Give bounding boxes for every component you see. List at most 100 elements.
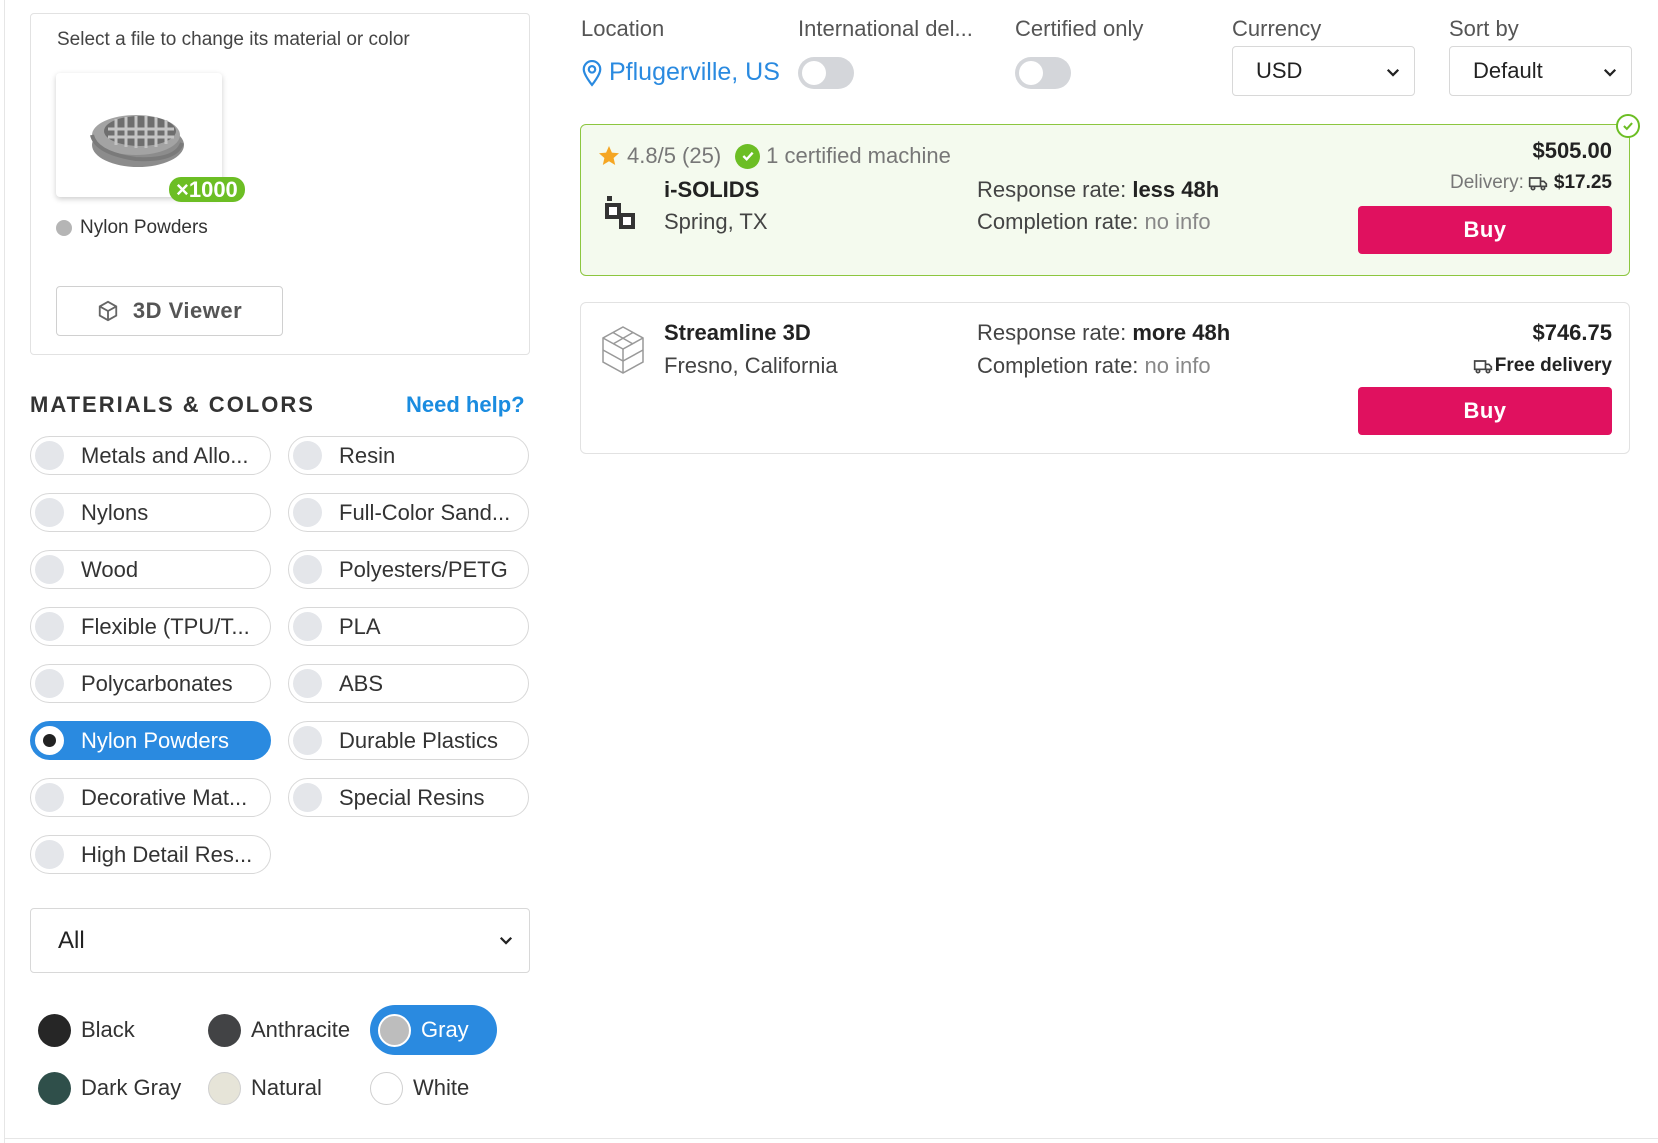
radio-icon — [293, 555, 322, 584]
material-option[interactable]: Resin — [288, 436, 529, 475]
certified-only-label: Certified only — [1015, 16, 1144, 41]
material-option-label: Full-Color Sand... — [339, 499, 511, 525]
chevron-down-icon — [499, 936, 513, 945]
location-pin-icon — [582, 59, 602, 87]
response-rate: Response rate: more 48h — [977, 320, 1230, 346]
truck-icon — [1473, 360, 1492, 374]
color-option[interactable]: White — [370, 1063, 469, 1113]
material-option-label: Nylon Powders — [81, 727, 229, 753]
sort-by-label: Sort by — [1449, 16, 1519, 41]
chevron-down-icon — [1603, 68, 1617, 77]
radio-icon — [293, 669, 322, 698]
color-option-label: Black — [81, 1017, 135, 1042]
currency-label: Currency — [1232, 16, 1322, 41]
response-rate-value: more 48h — [1132, 320, 1231, 345]
rating-row: 4.8/5 (25) 1 certified machine — [597, 143, 951, 169]
radio-icon — [35, 726, 64, 755]
material-option[interactable]: Decorative Mat... — [30, 778, 271, 817]
offer-card-streamline-3d: Streamline 3D Fresno, California Respons… — [580, 302, 1630, 454]
international-delivery-toggle[interactable] — [798, 57, 854, 89]
color-swatch — [208, 1071, 241, 1105]
delivery-cost: Delivery: $17.25 — [1450, 172, 1612, 194]
material-option[interactable]: Wood — [30, 550, 271, 589]
response-rate-label: Response rate: — [977, 320, 1127, 345]
location-value: Pflugerville, US — [609, 58, 780, 86]
material-subtype-select[interactable]: All — [30, 908, 530, 973]
material-option[interactable]: Special Resins — [288, 778, 529, 817]
material-option-label: Wood — [81, 556, 139, 582]
material-option-label: Durable Plastics — [339, 727, 498, 753]
material-option[interactable]: Nylon Powders — [30, 721, 271, 760]
color-option[interactable]: Gray — [370, 1005, 497, 1055]
file-material-label: Nylon Powders — [80, 217, 208, 238]
sort-by-select[interactable]: Default — [1449, 46, 1632, 96]
completion-rate-label: Completion rate: — [977, 209, 1139, 234]
color-swatch — [370, 1071, 403, 1105]
material-option[interactable]: Metals and Allo... — [30, 436, 271, 475]
color-option-label: Dark Gray — [81, 1075, 182, 1100]
sort-by-value: Default — [1473, 58, 1543, 83]
material-option[interactable]: Nylons — [30, 493, 271, 532]
color-option[interactable]: Dark Gray — [38, 1063, 181, 1113]
certified-machines: 1 certified machine — [766, 143, 951, 168]
buy-button[interactable]: Buy — [1358, 387, 1612, 435]
color-option-label: Anthracite — [251, 1017, 351, 1042]
file-panel: Select a file to change its material or … — [30, 13, 530, 355]
material-subtype-value: All — [58, 926, 85, 954]
material-option[interactable]: ABS — [288, 664, 529, 703]
color-option[interactable]: Anthracite — [208, 1005, 350, 1055]
material-option[interactable]: Durable Plastics — [288, 721, 529, 760]
radio-icon — [35, 555, 64, 584]
color-option[interactable]: Black — [38, 1005, 135, 1055]
star-icon — [599, 146, 619, 165]
material-option[interactable]: High Detail Res... — [30, 835, 271, 874]
3d-viewer-button[interactable]: 3D Viewer — [56, 286, 283, 336]
material-option-label: Special Resins — [339, 784, 485, 810]
color-option-label: Gray — [421, 1017, 469, 1042]
certified-only-toggle[interactable] — [1015, 57, 1071, 89]
delivery-cost: Free delivery — [1469, 355, 1612, 377]
color-option[interactable]: Natural — [208, 1063, 322, 1113]
material-option[interactable]: PLA — [288, 607, 529, 646]
radio-icon — [35, 783, 64, 812]
need-help-link[interactable]: Need help? — [406, 392, 525, 418]
material-option-label: ABS — [339, 670, 384, 696]
vendor-name[interactable]: i-SOLIDS — [664, 177, 759, 203]
bottom-divider — [4, 1138, 1658, 1139]
material-color-dot — [56, 220, 72, 236]
completion-rate: Completion rate: no info — [977, 353, 1211, 379]
chevron-down-icon — [1386, 68, 1400, 77]
material-option[interactable]: Polyesters/PETG — [288, 550, 529, 589]
currency-select[interactable]: USD — [1232, 46, 1415, 96]
completion-rate-label: Completion rate: — [977, 353, 1139, 378]
color-swatch — [38, 1071, 71, 1105]
3d-viewer-label: 3D Viewer — [132, 298, 243, 323]
completion-rate: Completion rate: no info — [977, 209, 1211, 235]
color-option-label: Natural — [251, 1075, 322, 1100]
material-option[interactable]: Flexible (TPU/T... — [30, 607, 271, 646]
material-option-label: PLA — [339, 613, 381, 639]
quantity-badge: ×1000 — [169, 177, 245, 202]
cube-icon — [98, 300, 118, 322]
rating-value: 4.8/5 (25) — [627, 143, 722, 168]
offer-price: $505.00 — [1532, 138, 1612, 163]
radio-icon — [293, 498, 322, 527]
isolids-logo-icon — [605, 196, 635, 229]
material-option[interactable]: Polycarbonates — [30, 664, 271, 703]
file-hint: Select a file to change its material or … — [57, 29, 410, 50]
buy-button[interactable]: Buy — [1358, 206, 1612, 254]
delivery-value: $17.25 — [1553, 172, 1612, 193]
location-label: Location — [581, 16, 665, 41]
streamline-logo-icon — [602, 326, 644, 374]
truck-icon — [1528, 177, 1548, 191]
material-option-label: Polycarbonates — [81, 670, 233, 696]
radio-icon — [293, 441, 322, 470]
material-option[interactable]: Full-Color Sand... — [288, 493, 529, 532]
response-rate-label: Response rate: — [977, 177, 1127, 202]
file-thumbnail[interactable]: ×1000 — [56, 73, 245, 202]
location-link[interactable]: Pflugerville, US — [581, 58, 780, 87]
color-option-label: White — [413, 1075, 470, 1100]
file-material: Nylon Powders — [56, 217, 208, 239]
material-option-label: Decorative Mat... — [81, 784, 248, 810]
vendor-name[interactable]: Streamline 3D — [664, 320, 811, 346]
